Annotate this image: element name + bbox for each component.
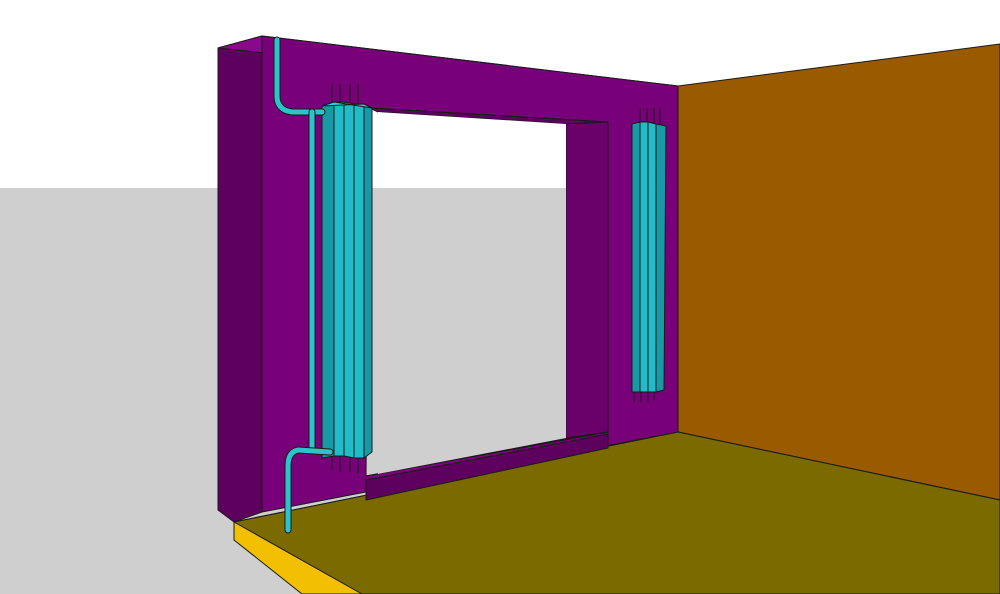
wall-side-face	[217, 35, 263, 523]
3d-model-viewport	[0, 0, 1000, 594]
side-wall-orange	[677, 43, 1000, 501]
window-reveal-right	[565, 121, 609, 439]
left-radiator	[321, 84, 373, 474]
right-radiator	[631, 108, 667, 402]
window-opening-sky	[378, 112, 566, 188]
window-opening-ground	[378, 188, 566, 474]
